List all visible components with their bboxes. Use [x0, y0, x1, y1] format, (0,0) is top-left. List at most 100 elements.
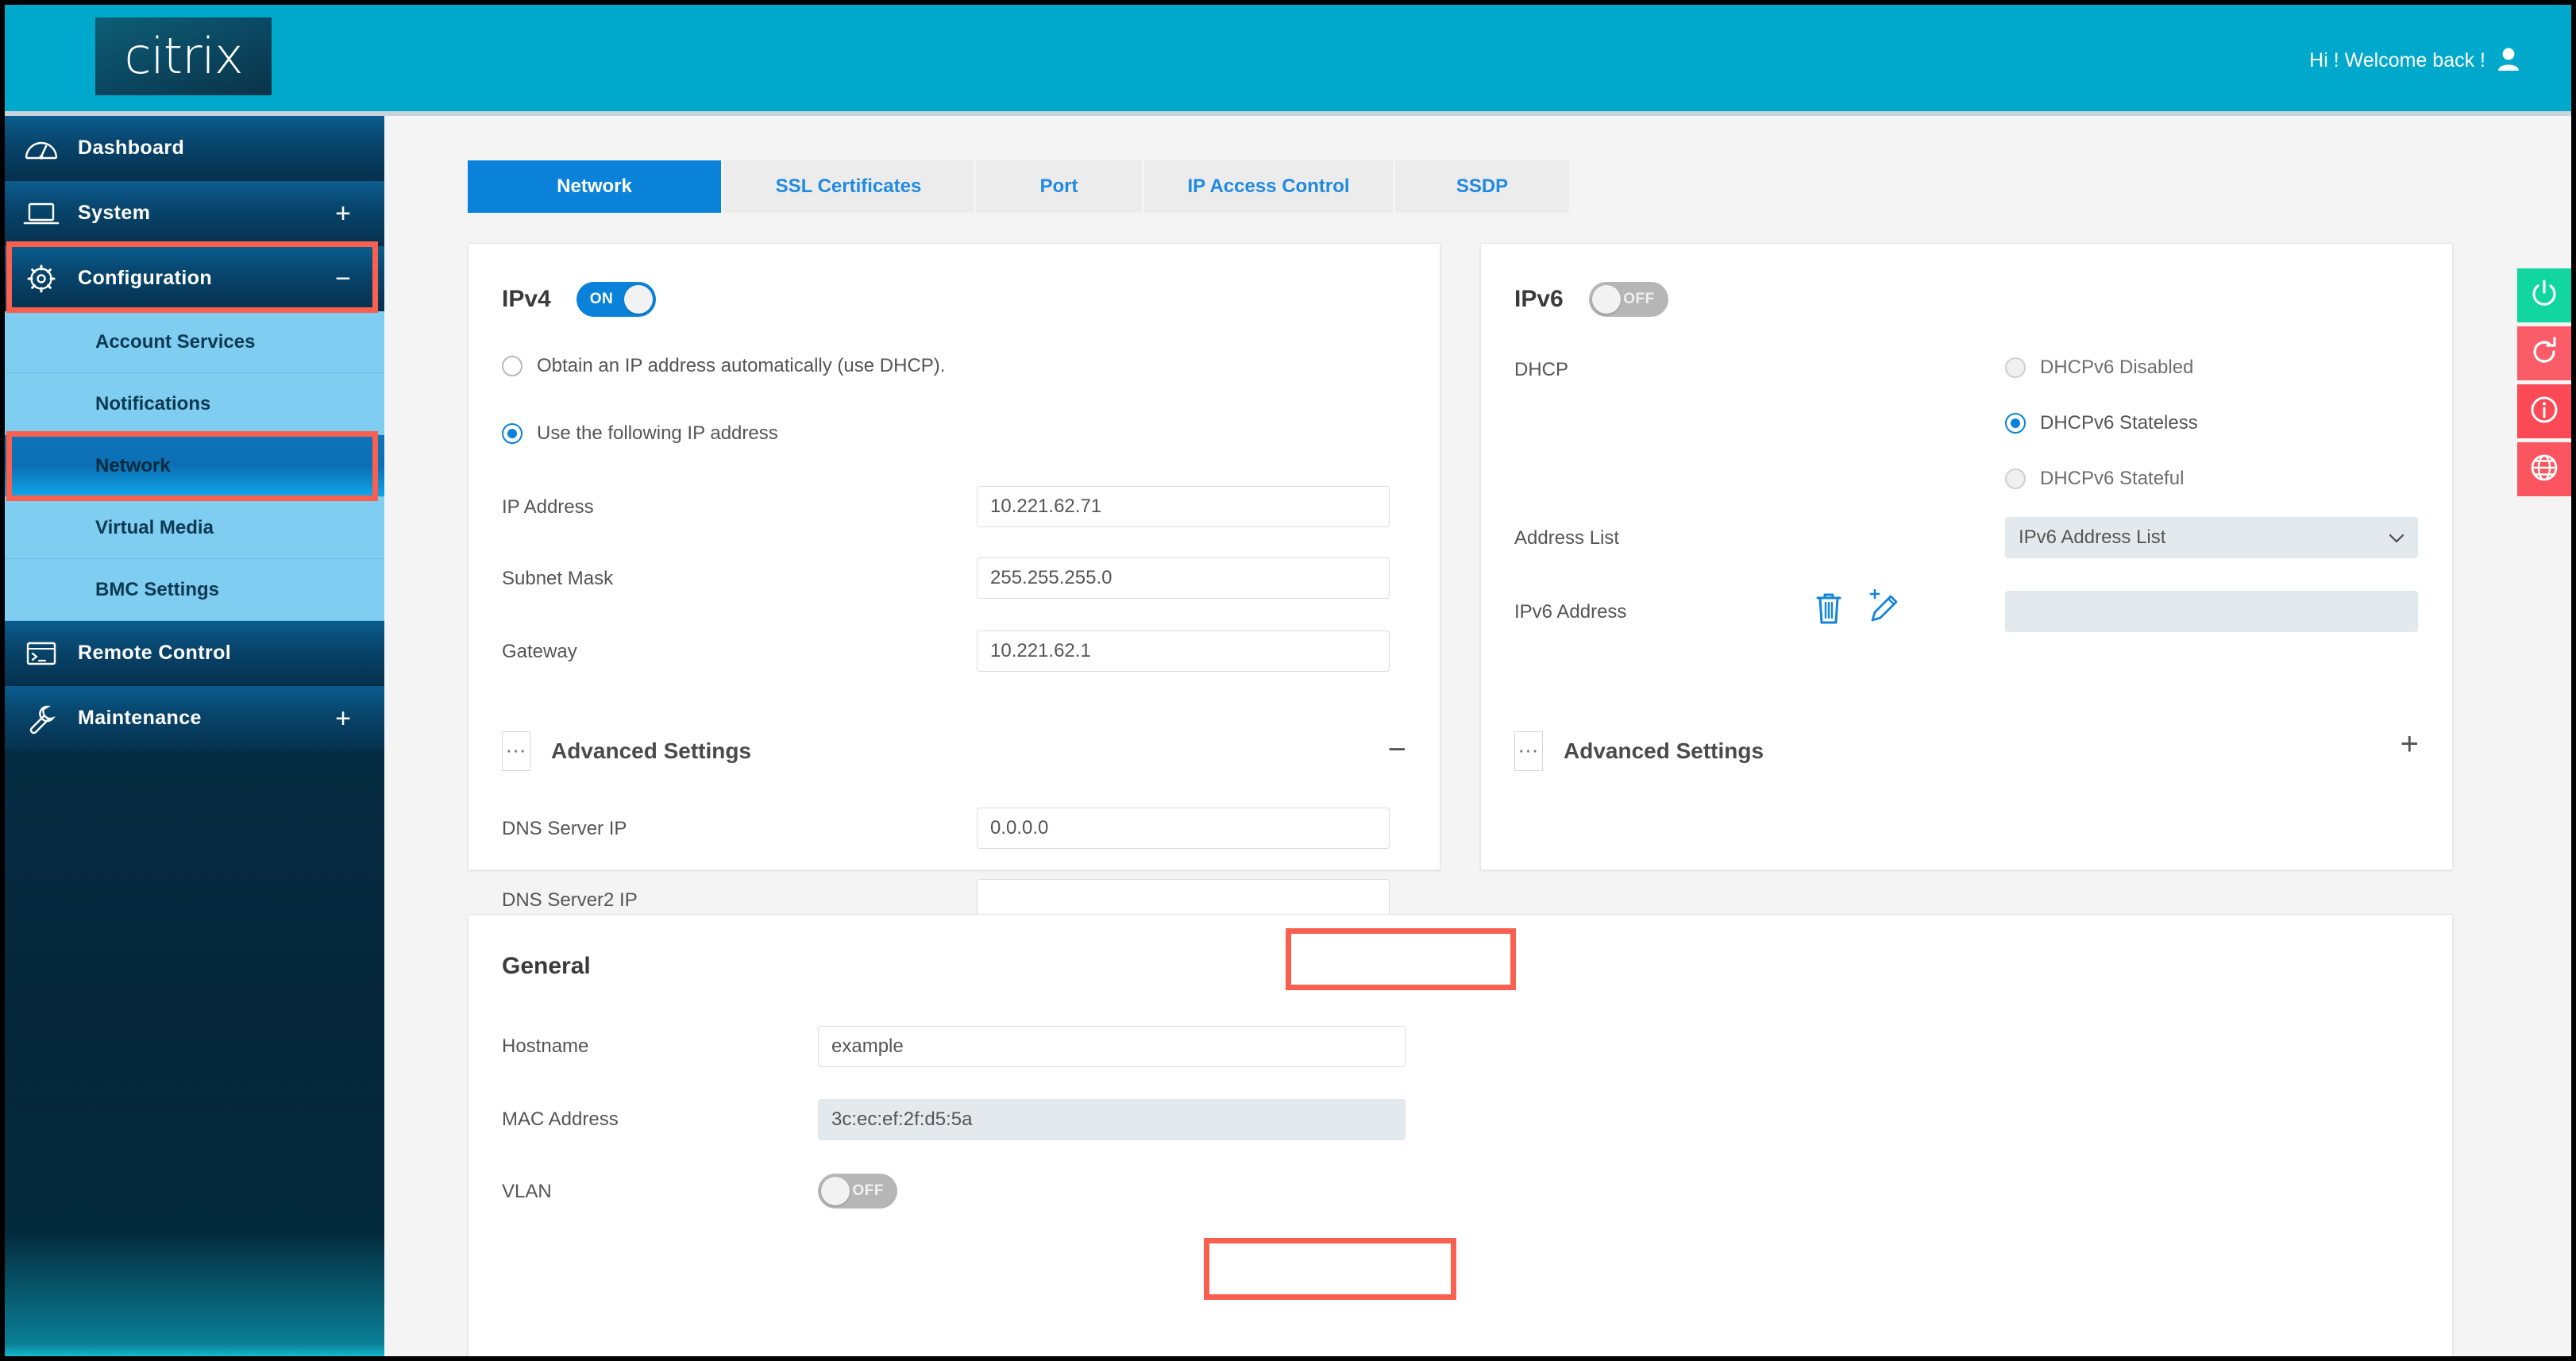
- general-panel: General Hostname example MAC Address 3c:…: [468, 914, 2453, 1356]
- ipv6-advanced-title: Advanced Settings: [1564, 738, 1764, 763]
- ipv4-toggle-label: ON: [589, 291, 614, 307]
- vlan-toggle-label: OFF: [852, 1182, 884, 1199]
- citrix-logo[interactable]: citrix: [95, 17, 272, 95]
- radio-static-label: Use the following IP address: [537, 422, 778, 444]
- sidebar-item-configuration[interactable]: Configuration −: [5, 246, 384, 311]
- app-header: citrix Hi ! Welcome back !: [5, 5, 2571, 111]
- label-dns-server-ip: DNS Server IP: [502, 818, 627, 839]
- tab-ssl-certificates[interactable]: SSL Certificates: [723, 160, 976, 213]
- restart-icon: [2529, 336, 2559, 371]
- radio-dhcp-label: Obtain an IP address automatically (use …: [537, 355, 946, 376]
- restart-button[interactable]: [2517, 326, 2571, 380]
- radio-dhcp-circle[interactable]: [502, 356, 523, 376]
- ipv6-header: IPv6 OFF: [1514, 282, 1668, 317]
- tab-ip-access-control[interactable]: IP Access Control: [1144, 160, 1395, 213]
- terminal-icon: [5, 640, 78, 667]
- radio-dhcpv6-stateful[interactable]: DHCPv6 Stateful: [2005, 468, 2184, 490]
- label-vlan: VLAN: [502, 1181, 552, 1202]
- laptop-icon: [5, 200, 78, 227]
- label-address-list: Address List: [1514, 527, 1620, 549]
- ipv4-toggle-knob: [623, 285, 653, 314]
- radio-dhcpv6-disabled-label: DHCPv6 Disabled: [2040, 357, 2194, 378]
- radio-dhcpv6-stateful-circle[interactable]: [2005, 468, 2026, 489]
- ellipsis-icon: ⋯: [1514, 731, 1543, 771]
- label-hostname: Hostname: [502, 1035, 589, 1057]
- vlan-toggle[interactable]: OFF: [818, 1174, 897, 1209]
- ipv6-toggle-knob: [1591, 285, 1621, 314]
- sidebar-item-virtual-media[interactable]: Virtual Media: [5, 497, 384, 559]
- sidebar-label-virtual-media: Virtual Media: [95, 516, 214, 538]
- ipv6-toggle-label: OFF: [1623, 291, 1655, 307]
- input-ip-address[interactable]: 10.221.62.71: [977, 486, 1390, 527]
- power-button[interactable]: [2517, 268, 2571, 322]
- tab-label-ssl-certificates: SSL Certificates: [775, 175, 922, 197]
- app-window: citrix Hi ! Welcome back ! Dashboard Sys…: [5, 5, 2571, 1356]
- tab-network[interactable]: Network: [468, 160, 723, 213]
- sidebar-item-network[interactable]: Network: [5, 435, 384, 497]
- radio-dhcpv6-stateless-circle[interactable]: [2005, 413, 2026, 434]
- ellipsis-icon: ⋯: [502, 731, 530, 771]
- tab-ssdp[interactable]: SSDP: [1395, 160, 1571, 213]
- sidebar-label-bmc-settings: BMC Settings: [95, 578, 219, 600]
- radio-static-circle[interactable]: [502, 423, 523, 444]
- ipv4-advanced-collapse-icon[interactable]: −: [1388, 734, 1406, 765]
- tab-port[interactable]: Port: [976, 160, 1144, 213]
- input-dns-server-ip[interactable]: 0.0.0.0: [977, 808, 1390, 849]
- sidebar-item-account-services[interactable]: Account Services: [5, 311, 384, 373]
- sidebar-item-remote-control[interactable]: Remote Control: [5, 621, 384, 686]
- label-ipv6-address: IPv6 Address: [1514, 601, 1627, 623]
- radio-dhcpv6-disabled[interactable]: DHCPv6 Disabled: [2005, 357, 2193, 379]
- tab-label-ssdp: SSDP: [1456, 175, 1509, 197]
- ipv4-enable-toggle[interactable]: ON: [576, 282, 656, 317]
- sidebar-expand-system[interactable]: +: [335, 200, 351, 227]
- ipv6-advanced-expand-icon[interactable]: +: [2401, 728, 2419, 760]
- trash-icon[interactable]: [1814, 591, 1843, 630]
- welcome-text: Hi ! Welcome back !: [2309, 49, 2485, 71]
- label-dns-server2-ip: DNS Server2 IP: [502, 889, 638, 911]
- general-title: General: [502, 953, 591, 979]
- tab-label-network: Network: [557, 175, 632, 197]
- label-subnet-mask: Subnet Mask: [502, 568, 614, 589]
- globe-button[interactable]: [2517, 442, 2571, 496]
- tab-label-port: Port: [1039, 175, 1078, 197]
- ipv6-advanced-settings-header[interactable]: ⋯ Advanced Settings: [1514, 731, 1764, 771]
- select-address-list-value: IPv6 Address List: [2019, 526, 2166, 548]
- info-button[interactable]: [2517, 384, 2571, 438]
- chevron-down-icon: [2389, 526, 2404, 549]
- radio-dhcpv6-stateful-label: DHCPv6 Stateful: [2040, 468, 2185, 489]
- vlan-toggle-knob: [821, 1177, 850, 1205]
- ipv6-panel: IPv6 OFF DHCP DHCPv6 Disabled DHCPv6 Sta…: [1480, 243, 2453, 870]
- ipv4-title: IPv4: [502, 286, 551, 312]
- sidebar-label-maintenance: Maintenance: [78, 707, 202, 729]
- user-avatar-icon[interactable]: [2497, 46, 2520, 75]
- ipv6-enable-toggle[interactable]: OFF: [1588, 282, 1668, 317]
- sidebar-label-dashboard: Dashboard: [78, 137, 185, 159]
- ipv4-advanced-settings-header[interactable]: ⋯ Advanced Settings: [502, 731, 751, 771]
- ipv4-advanced-title: Advanced Settings: [551, 738, 752, 763]
- sidebar-item-dashboard[interactable]: Dashboard: [5, 116, 384, 181]
- sidebar-label-remote-control: Remote Control: [78, 642, 232, 664]
- sidebar-item-notifications[interactable]: Notifications: [5, 373, 384, 435]
- sidebar-item-maintenance[interactable]: Maintenance +: [5, 686, 384, 751]
- select-address-list[interactable]: IPv6 Address List: [2005, 517, 2418, 558]
- sidebar-nav: Dashboard System + Configuration − Accou…: [5, 116, 384, 1356]
- sidebar-expand-maintenance[interactable]: +: [335, 705, 351, 732]
- input-ipv6-address[interactable]: [2005, 591, 2418, 632]
- input-subnet-mask[interactable]: 255.255.255.0: [977, 557, 1390, 599]
- power-icon: [2529, 279, 2559, 313]
- info-icon: [2529, 395, 2559, 429]
- sidebar-item-system[interactable]: System +: [5, 181, 384, 246]
- sidebar-item-bmc-settings[interactable]: BMC Settings: [5, 559, 384, 621]
- input-hostname[interactable]: example: [818, 1026, 1406, 1067]
- ipv4-radio-static[interactable]: Use the following IP address: [502, 422, 778, 445]
- ipv4-radio-dhcp[interactable]: Obtain an IP address automatically (use …: [502, 355, 945, 377]
- pencil-add-icon[interactable]: [1867, 588, 1900, 630]
- input-gateway[interactable]: 10.221.62.1: [977, 630, 1390, 672]
- user-greeting[interactable]: Hi ! Welcome back !: [2309, 46, 2520, 75]
- radio-dhcpv6-stateless-label: DHCPv6 Stateless: [2040, 412, 2198, 434]
- sidebar-collapse-configuration[interactable]: −: [335, 265, 351, 292]
- tab-label-ip-access-control: IP Access Control: [1187, 175, 1350, 197]
- radio-dhcpv6-disabled-circle[interactable]: [2005, 357, 2026, 378]
- radio-dhcpv6-stateless[interactable]: DHCPv6 Stateless: [2005, 412, 2198, 434]
- tab-bar: Network SSL Certificates Port IP Access …: [468, 160, 1571, 213]
